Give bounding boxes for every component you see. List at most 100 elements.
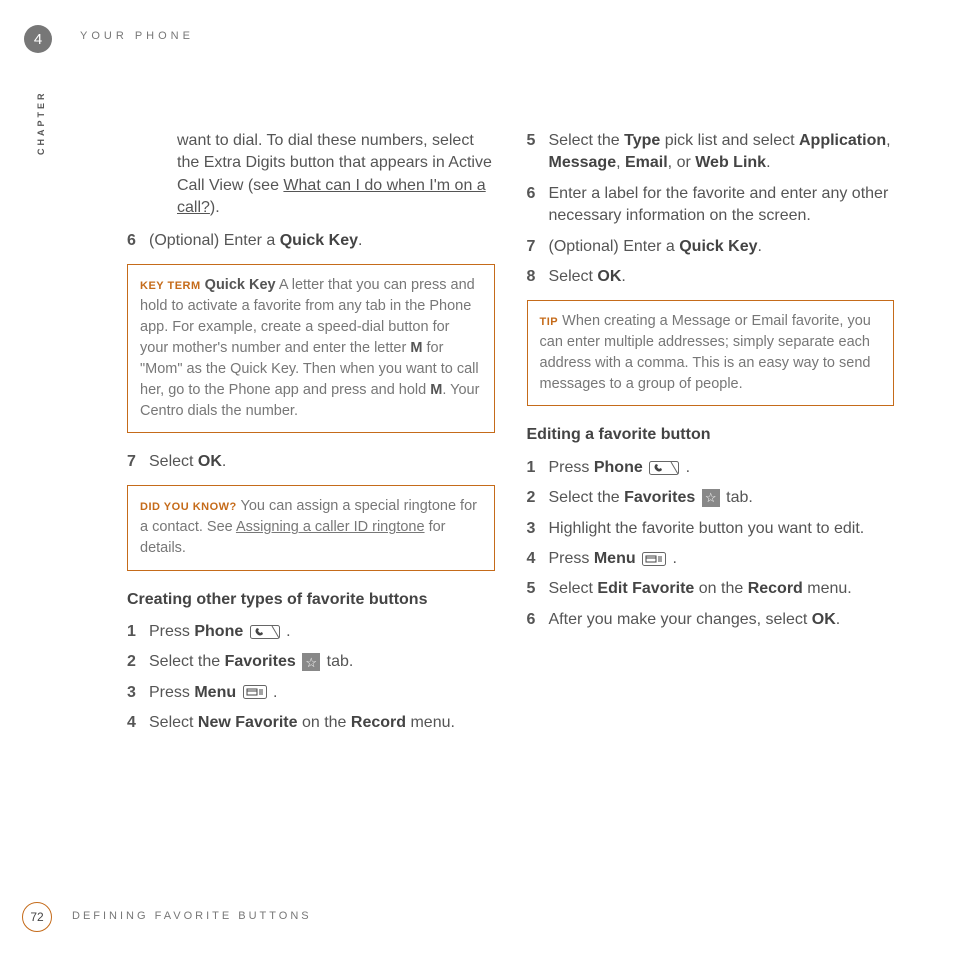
t: Select [549,580,598,597]
page-number-badge: 72 [22,902,52,932]
step-text: Select the Type pick list and select App… [549,130,895,175]
favorites-star-icon [302,653,320,671]
t: OK [812,611,836,628]
t: OK [597,268,621,285]
t: Quick Key [679,238,757,255]
t: Phone [594,459,647,476]
did-you-know-callout: DID YOU KNOW? You can assign a special r… [127,485,495,570]
step-6: 6 (Optional) Enter a Quick Key. [127,230,495,252]
t: . [758,238,762,255]
left-column: want to dial. To dial these numbers, sel… [127,130,495,864]
footer-section-title: DEFINING FAVORITE BUTTONS [72,909,312,924]
t: . [766,154,770,171]
creating-step-2: 2 Select the Favorites tab. [127,651,495,673]
caller-id-ringtone-link[interactable]: Assigning a caller ID ringtone [236,519,425,535]
t: tab. [726,489,753,506]
tip-callout: TIP When creating a Message or Email fav… [527,300,895,406]
t: menu. [803,580,852,597]
t: . [222,453,226,470]
t: Quick Key [280,232,358,249]
t: Select [149,453,198,470]
step-number: 4 [527,548,549,570]
t: Edit Favorite [597,580,694,597]
editing-step-6: 6 After you make your changes, select OK… [527,609,895,631]
t: OK [198,453,222,470]
main-content: want to dial. To dial these numbers, sel… [127,130,894,864]
t: Web Link [695,154,766,171]
creating-step-7: 7 (Optional) Enter a Quick Key. [527,236,895,258]
callout-label: KEY TERM [140,280,201,292]
menu-button-icon [243,685,267,699]
step-number: 7 [527,236,549,258]
step-number: 6 [127,230,149,252]
t: Select the [549,489,625,506]
chapter-number-badge: 4 [24,25,52,53]
phone-button-icon [250,625,280,639]
step-text: Highlight the favorite button you want t… [549,518,895,540]
t: Select [549,268,598,285]
editing-step-5: 5 Select Edit Favorite on the Record men… [527,578,895,600]
creating-step-3: 3 Press Menu . [127,682,495,704]
footer: 72 DEFINING FAVORITE BUTTONS [22,902,312,932]
t: Record [351,714,406,731]
t: Type [624,132,660,149]
step-number: 6 [527,183,549,205]
step-number: 7 [127,451,149,473]
creating-step-5: 5 Select the Type pick list and select A… [527,130,895,175]
step-text: Press Menu . [549,548,895,570]
t: When creating a Message or Email favorit… [540,313,871,392]
creating-step-1: 1 Press Phone . [127,621,495,643]
step-number: 2 [127,651,149,673]
t: Select the [149,653,225,670]
step-number: 3 [127,682,149,704]
t: tab. [327,653,354,670]
t: (Optional) Enter a [149,232,280,249]
header-title: YOUR PHONE [80,29,194,44]
editing-step-4: 4 Press Menu . [527,548,895,570]
favorites-star-icon [702,489,720,507]
step-number: 3 [527,518,549,540]
t: Menu [594,550,640,567]
step-number: 2 [527,487,549,509]
phone-button-icon [649,461,679,475]
t: M [410,340,422,356]
step-text: After you make your changes, select OK. [549,609,895,631]
step-text: Select the Favorites tab. [149,651,495,673]
t: Message [549,154,617,171]
t: on the [694,580,747,597]
t: Record [748,580,803,597]
section-heading-editing: Editing a favorite button [527,424,895,446]
right-column: 5 Select the Type pick list and select A… [527,130,895,864]
menu-button-icon [642,552,666,566]
editing-step-3: 3 Highlight the favorite button you want… [527,518,895,540]
section-heading-creating: Creating other types of favorite buttons [127,589,495,611]
t: Press [549,550,594,567]
t: M [430,382,442,398]
key-term-callout: KEY TERM Quick Key A letter that you can… [127,264,495,433]
step-text: (Optional) Enter a Quick Key. [549,236,895,258]
step-text: Select New Favorite on the Record menu. [149,712,495,734]
step-number: 4 [127,712,149,734]
step-text: (Optional) Enter a Quick Key. [149,230,495,252]
step-text: Enter a label for the favorite and enter… [549,183,895,228]
step-number: 1 [527,457,549,479]
step-number: 5 [527,578,549,600]
key-term-title: Quick Key [205,277,276,293]
creating-step-8: 8 Select OK. [527,266,895,288]
step-text: Select the Favorites tab. [549,487,895,509]
t: Phone [194,623,247,640]
step-7: 7 Select OK. [127,451,495,473]
step-number: 5 [527,130,549,152]
text: ). [210,199,220,216]
callout-label: TIP [540,316,559,328]
t: Application [799,132,886,149]
step-text: Press Phone . [149,621,495,643]
t: New Favorite [198,714,298,731]
t: on the [298,714,351,731]
t: Email [625,154,668,171]
chapter-side-label: CHAPTER [35,90,48,155]
editing-step-1: 1 Press Phone . [527,457,895,479]
creating-step-4: 4 Select New Favorite on the Record menu… [127,712,495,734]
step-number: 1 [127,621,149,643]
intro-paragraph: want to dial. To dial these numbers, sel… [127,130,495,220]
